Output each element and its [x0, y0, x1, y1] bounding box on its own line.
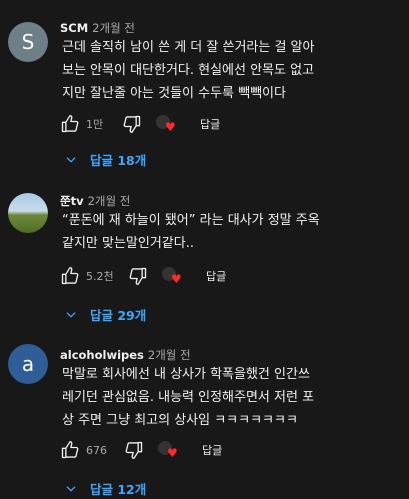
avatar-letter: a: [21, 352, 35, 376]
comment-author[interactable]: alcoholwipes: [60, 348, 144, 362]
avatar[interactable]: [8, 193, 48, 233]
comment-header: alcoholwipes 2개월 전: [60, 347, 191, 363]
thumb-up-icon[interactable]: [60, 114, 80, 134]
comment-actions: 676 ♥ 답글: [60, 438, 222, 462]
like-count: 676: [86, 443, 107, 457]
creator-heart-icon: ♥: [158, 440, 180, 460]
comment-header: 쭌tv 2개월 전: [60, 193, 130, 209]
comment-line: 상 주면 그냥 최고의 상사임 ㅋㅋㅋㅋㅋㅋㅋ: [62, 413, 298, 428]
chevron-down-icon: [66, 156, 76, 163]
like-count: 5.2천: [86, 270, 114, 283]
thumb-up-icon[interactable]: [60, 440, 80, 460]
comment-author[interactable]: 쭌tv: [60, 194, 84, 208]
comment-line: 근데 솔직히 남이 쓴 게 더 잘 쓴거라는 걸 알아: [62, 40, 315, 55]
thumb-down-icon[interactable]: [122, 114, 142, 134]
comment-header: SCM 2개월 전: [60, 20, 135, 36]
reply-button[interactable]: 답글: [200, 116, 220, 132]
comment-line: 보는 안목이 대단한거다. 현실에선 안목도 없고: [62, 63, 315, 78]
comment-time[interactable]: 2개월 전: [148, 348, 191, 362]
comment-time[interactable]: 2개월 전: [88, 194, 131, 208]
thumb-down-icon[interactable]: [128, 266, 148, 286]
thumb-down-icon[interactable]: [124, 440, 144, 460]
view-replies-button[interactable]: 답글 29개: [64, 305, 146, 324]
replies-count: 답글 29개: [90, 308, 147, 323]
replies-count: 답글 18개: [90, 153, 147, 168]
view-replies-button[interactable]: 답글 18개: [64, 150, 146, 169]
comment-text: 막말로 회사에선 내 상사가 학폭을했건 인간쓰 레기던 관심없음. 내능력 인…: [62, 363, 407, 432]
comment-line: “푼돈에 재 하늘이 됐어” 라는 대사가 정말 주옥: [62, 213, 320, 228]
comment-time[interactable]: 2개월 전: [92, 21, 135, 35]
comment-line: 레기던 관심없음. 내능력 인정해주면서 저런 포: [62, 390, 315, 405]
reply-button[interactable]: 답글: [202, 442, 222, 458]
view-replies-button[interactable]: 답글 12개: [64, 479, 146, 498]
comment-author[interactable]: SCM: [60, 21, 88, 35]
comment-text: 근데 솔직히 남이 쓴 게 더 잘 쓴거라는 걸 알아 보는 안목이 대단한거다…: [62, 36, 407, 105]
creator-heart-icon: ♥: [156, 114, 178, 134]
chevron-down-icon: [66, 311, 76, 318]
replies-count: 답글 12개: [90, 482, 147, 497]
comment-actions: 5.2천 ♥ 답글: [60, 264, 226, 288]
comment-line: 지만 잘난줄 아는 것들이 수두룩 빽빽이다: [62, 86, 286, 101]
comment-text: “푼돈에 재 하늘이 됐어” 라는 대사가 정말 주옥 같지만 맞는말인거같다.…: [62, 209, 407, 255]
like-count: 1만: [86, 118, 104, 131]
avatar-letter: S: [21, 30, 35, 54]
thumb-up-icon[interactable]: [60, 266, 80, 286]
reply-button[interactable]: 답글: [206, 268, 226, 284]
creator-heart-icon: ♥: [162, 266, 184, 286]
avatar[interactable]: S: [8, 22, 48, 62]
comment-line: 같지만 맞는말인거같다..: [62, 236, 194, 251]
chevron-down-icon: [66, 485, 76, 492]
comment-actions: 1만 ♥ 답글: [60, 112, 220, 136]
comment-line: 막말로 회사에선 내 상사가 학폭을했건 인간쓰: [62, 367, 310, 382]
avatar[interactable]: a: [8, 344, 48, 384]
